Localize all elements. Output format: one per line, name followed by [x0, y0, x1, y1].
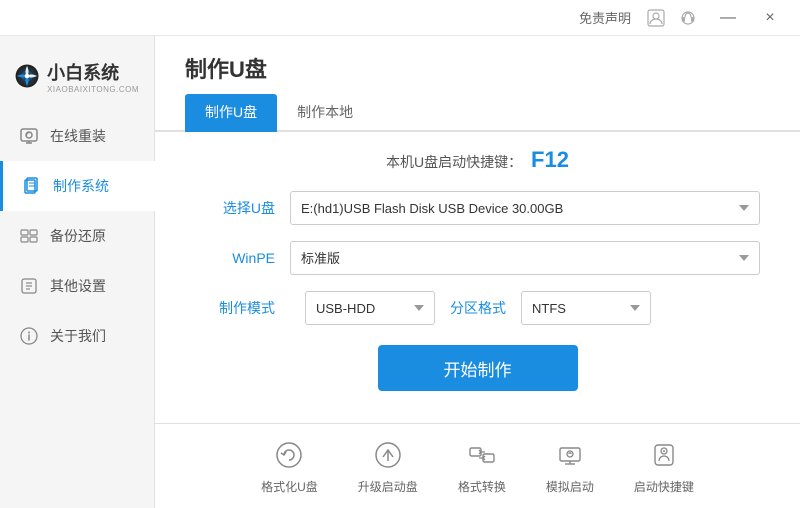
logo-icon — [15, 56, 39, 96]
other-settings-icon — [18, 275, 40, 297]
sidebar-label-make-system: 制作系统 — [53, 176, 109, 196]
sidebar-item-make-system[interactable]: 制作系统 — [0, 161, 154, 211]
sidebar-label-backup-restore: 备份还原 — [50, 226, 106, 246]
tool-upgrade-boot[interactable]: 升级启动盘 — [358, 438, 418, 495]
sidebar-label-online-reinstall: 在线重装 — [50, 126, 106, 146]
sidebar-label-about-us: 关于我们 — [50, 326, 106, 346]
sidebar-item-other-settings[interactable]: 其他设置 — [0, 261, 154, 311]
about-us-icon — [18, 325, 40, 347]
backup-restore-icon — [18, 225, 40, 247]
titlebar-actions: — × — [708, 4, 790, 32]
simulate-boot-icon — [553, 438, 587, 472]
partition-select[interactable]: NTFS — [521, 291, 651, 325]
logo-sub: XIAOBAIXITONG.COM — [47, 85, 139, 94]
page-title: 制作U盘 — [185, 52, 267, 84]
page-header: 制作U盘 — [155, 36, 800, 84]
logo-text: 小白系统 — [47, 59, 139, 85]
bottom-toolbar: 格式化U盘 升级启动盘 — [155, 423, 800, 508]
winpe-label: WinPE — [195, 250, 275, 266]
user-icon[interactable] — [646, 8, 666, 28]
start-button[interactable]: 开始制作 — [378, 345, 578, 391]
tabs: 制作U盘 制作本地 — [155, 94, 800, 132]
mode-select[interactable]: USB-HDD — [305, 291, 435, 325]
sidebar-item-about-us[interactable]: 关于我们 — [0, 311, 154, 361]
boot-shortcut-icon — [647, 438, 681, 472]
tool-label-boot-shortcut: 启动快捷键 — [634, 478, 694, 495]
winpe-select[interactable]: 标准版 — [290, 241, 760, 275]
tab-make-local[interactable]: 制作本地 — [277, 94, 373, 132]
tab-make-usb[interactable]: 制作U盘 — [185, 94, 277, 132]
titlebar-icons — [646, 8, 698, 28]
usb-label: 选择U盘 — [195, 198, 275, 218]
partition-label: 分区格式 — [450, 298, 506, 318]
online-reinstall-icon — [18, 125, 40, 147]
sidebar-item-backup-restore[interactable]: 备份还原 — [0, 211, 154, 261]
format-usb-icon — [272, 438, 306, 472]
tool-boot-shortcut[interactable]: 启动快捷键 — [634, 438, 694, 495]
usb-select[interactable]: E:(hd1)USB Flash Disk USB Device 30.00GB — [290, 191, 760, 225]
logo-area: 小白系统 XIAOBAIXITONG.COM — [0, 46, 154, 111]
sidebar-label-other-settings: 其他设置 — [50, 276, 106, 296]
format-convert-icon — [465, 438, 499, 472]
mode-partition-row: 制作模式 USB-HDD 分区格式 NTFS — [195, 291, 760, 325]
shortcut-hint-text: 本机U盘启动快捷键： — [386, 154, 522, 170]
main-content: 制作U盘 制作U盘 制作本地 本机U盘启动快捷键： F12 选择U盘 E:(hd… — [155, 36, 800, 508]
usb-select-row: 选择U盘 E:(hd1)USB Flash Disk USB Device 30… — [195, 191, 760, 225]
make-system-icon — [21, 175, 43, 197]
close-button[interactable]: × — [750, 4, 790, 32]
tool-format-convert[interactable]: 格式转换 — [458, 438, 506, 495]
tool-label-simulate-boot: 模拟启动 — [546, 478, 594, 495]
content-area: 本机U盘启动快捷键： F12 选择U盘 E:(hd1)USB Flash Dis… — [155, 132, 800, 423]
tool-label-upgrade-boot: 升级启动盘 — [358, 478, 418, 495]
mode-label: 制作模式 — [195, 298, 275, 318]
shortcut-hint: 本机U盘启动快捷键： F12 — [195, 147, 760, 173]
minimize-button[interactable]: — — [708, 4, 748, 32]
tool-simulate-boot[interactable]: 模拟启动 — [546, 438, 594, 495]
sidebar: 小白系统 XIAOBAIXITONG.COM 在线重装 — [0, 36, 155, 508]
upgrade-boot-icon — [371, 438, 405, 472]
tool-label-format-usb: 格式化U盘 — [261, 478, 318, 495]
shortcut-key: F12 — [531, 147, 569, 172]
app-container: 小白系统 XIAOBAIXITONG.COM 在线重装 — [0, 36, 800, 508]
logo-text-area: 小白系统 XIAOBAIXITONG.COM — [47, 59, 139, 94]
tool-label-format-convert: 格式转换 — [458, 478, 506, 495]
winpe-row: WinPE 标准版 — [195, 241, 760, 275]
headset-icon[interactable] — [678, 8, 698, 28]
free-label: 免责声明 — [579, 8, 631, 27]
titlebar: 免责声明 — × — [0, 0, 800, 36]
tool-format-usb[interactable]: 格式化U盘 — [261, 438, 318, 495]
sidebar-item-online-reinstall[interactable]: 在线重装 — [0, 111, 154, 161]
